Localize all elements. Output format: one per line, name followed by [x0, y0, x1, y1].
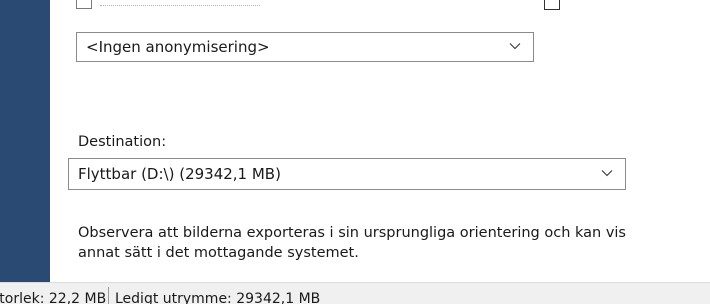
destination-select[interactable]: Flyttbar (D:\) (29342,1 MB)	[68, 158, 626, 190]
anonymization-select-value: <Ingen anonymisering>	[86, 38, 270, 56]
status-free-space: Ledigt utrymme: 29342,1 MB	[115, 291, 321, 304]
cropped-checkbox-right[interactable]	[544, 0, 560, 10]
cropped-checkbox-label	[100, 5, 260, 9]
export-options-panel: <Ingen anonymisering> Destination: Flytt…	[50, 0, 710, 282]
status-bar: storlek: 22,2 MB Ledigt utrymme: 29342,1…	[0, 282, 710, 304]
status-separator	[108, 287, 109, 304]
export-dialog: <Ingen anonymisering> Destination: Flytt…	[0, 0, 710, 304]
orientation-note-line-2: annat sätt i det mottagande systemet.	[78, 245, 359, 261]
cropped-checkbox[interactable]	[76, 0, 92, 9]
orientation-note-line-1: Observera att bilderna exporteras i sin …	[78, 225, 626, 241]
destination-label: Destination:	[78, 134, 167, 150]
anonymization-select[interactable]: <Ingen anonymisering>	[76, 32, 534, 62]
chevron-down-icon	[601, 170, 613, 177]
left-sidebar-strip	[0, 0, 50, 282]
chevron-down-icon	[509, 43, 521, 50]
cropped-top-row	[50, 0, 710, 10]
destination-select-value: Flyttbar (D:\) (29342,1 MB)	[78, 165, 281, 183]
orientation-note: Observera att bilderna exporteras i sin …	[78, 223, 710, 263]
status-total-size: storlek: 22,2 MB	[0, 291, 107, 304]
